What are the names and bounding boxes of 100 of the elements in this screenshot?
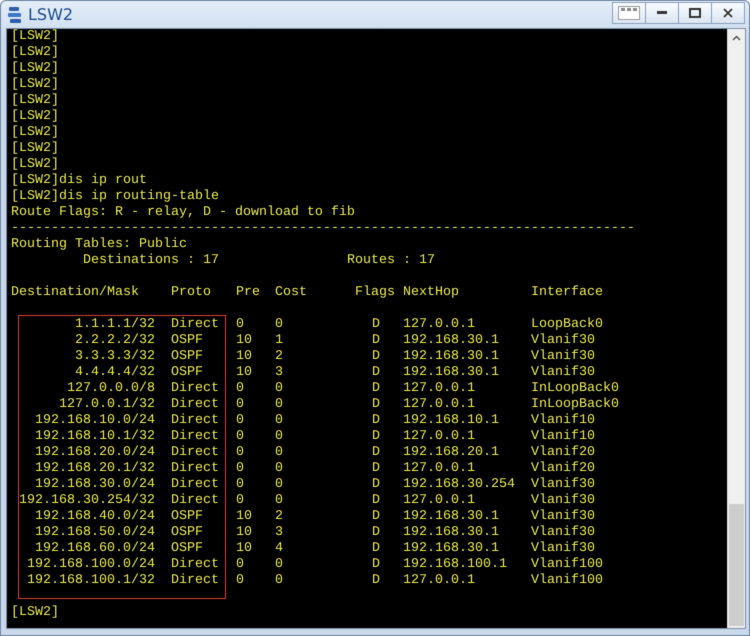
table-cell: Vlanif30 xyxy=(531,477,595,493)
table-cell-text: 192.168.10.0/24 xyxy=(34,413,155,429)
table-cell-text: 0 xyxy=(275,493,284,509)
table-cell-text: 192.168.10.1/32 xyxy=(34,429,155,445)
table-cell-text: 192.168.30.1 xyxy=(403,509,500,525)
table-cell-text: 0 xyxy=(236,573,245,589)
table-cell-text: 0 xyxy=(275,381,284,397)
table-cell-text: 2.2.2.2/32 xyxy=(74,333,155,349)
column-header: Cost xyxy=(275,285,308,301)
table-cell-text: D xyxy=(372,461,381,477)
table-cell-text: D xyxy=(372,429,381,445)
table-cell: 192.168.30.254/32 xyxy=(19,493,155,509)
terminal-line: [LSW2] xyxy=(11,93,59,109)
table-cell-text: 10 xyxy=(236,541,253,557)
table-cell-text: 192.168.60.0/24 xyxy=(34,541,155,557)
table-cell-text: 0 xyxy=(275,557,284,573)
table-cell-text: D xyxy=(372,509,381,525)
column-header: NextHop xyxy=(403,285,460,301)
table-cell-text: OSPF xyxy=(171,349,204,365)
minimize-button[interactable] xyxy=(645,2,679,24)
minimize-icon xyxy=(657,11,667,14)
table-cell-text: 2 xyxy=(275,509,284,525)
table-cell-text: 0 xyxy=(236,317,245,333)
table-cell-text: 192.168.30.1 xyxy=(403,541,500,557)
table-cell-text: 192.168.100.1 xyxy=(403,557,508,573)
table-cell-text: D xyxy=(372,493,381,509)
table-cell-text: Direct xyxy=(171,381,220,397)
table-cell-text: 192.168.10.1 xyxy=(403,413,500,429)
table-cell-text: D xyxy=(372,573,381,589)
table-cell: Vlanif20 xyxy=(531,445,595,461)
table-cell-text: 192.168.30.1 xyxy=(403,349,500,365)
table-cell-text: 10 xyxy=(236,333,253,349)
table-cell-text: 0 xyxy=(275,573,284,589)
scroll-thumb[interactable] xyxy=(729,504,744,626)
table-cell-text: 0 xyxy=(236,413,245,429)
column-header: Pre xyxy=(236,285,261,301)
column-header: Destination/Mask xyxy=(11,285,140,301)
table-cell-text: Direct xyxy=(171,493,220,509)
table-title: Routing Tables: Public xyxy=(11,237,187,253)
terminal-line: [LSW2]dis ip rout xyxy=(11,173,147,189)
table-cell-text: 127.0.0.1 xyxy=(403,317,476,333)
terminal-line: [LSW2] xyxy=(11,157,59,173)
table-cell-text: 0 xyxy=(236,445,245,461)
table-cell-text: D xyxy=(372,477,381,493)
table-cell: Vlanif100 xyxy=(531,557,603,573)
table-cell-text: 2 xyxy=(275,349,284,365)
table-cell: Vlanif30 xyxy=(531,509,595,525)
table-cell-text: 192.168.20.0/24 xyxy=(34,445,155,461)
table-cell-text: 127.0.0.1 xyxy=(403,573,476,589)
table-cell-text: OSPF xyxy=(171,509,204,525)
table-cell-text: 192.168.40.0/24 xyxy=(34,509,155,525)
table-cell: Vlanif30 xyxy=(531,541,595,557)
table-cell-text: 192.168.30.254 xyxy=(403,477,516,493)
table-cell-text: 192.168.100.1/32 xyxy=(26,573,155,589)
table-cell-text: Direct xyxy=(171,573,220,589)
table-cell-text: 0 xyxy=(236,557,245,573)
table-cell-text: 0 xyxy=(275,413,284,429)
table-cell-text: 0 xyxy=(236,429,245,445)
panel-icon xyxy=(618,6,640,20)
table-cell-text: 10 xyxy=(236,365,253,381)
table-cell-text: 1 xyxy=(275,333,284,349)
table-cell-text: D xyxy=(372,445,381,461)
close-icon xyxy=(723,8,733,18)
table-cell-text: D xyxy=(372,397,381,413)
table-cell-text: 127.0.0.1 xyxy=(403,493,476,509)
table-cell-text: D xyxy=(372,317,381,333)
table-cell: Vlanif30 xyxy=(531,493,595,509)
table-cell-text: OSPF xyxy=(171,365,204,381)
table-cell-text: 192.168.20.1 xyxy=(403,445,500,461)
table-cell: Vlanif100 xyxy=(531,573,603,589)
table-cell-text: OSPF xyxy=(171,525,204,541)
table-cell-text: 3.3.3.3/32 xyxy=(74,349,155,365)
destinations-count: Destinations : 17 xyxy=(83,253,220,269)
table-cell-text: Direct xyxy=(171,445,220,461)
table-cell: Vlanif20 xyxy=(531,461,595,477)
table-cell-text: Direct xyxy=(171,317,220,333)
table-cell-text: 192.168.100.0/24 xyxy=(26,557,155,573)
terminal-line: [LSW2] xyxy=(11,77,59,93)
table-cell-text: 0 xyxy=(236,381,245,397)
terminal-line: Route Flags: R - relay, D - download to fib xyxy=(11,205,355,221)
terminal-line: [LSW2] xyxy=(11,605,59,621)
table-cell-text: 0 xyxy=(236,461,245,477)
table-cell: Vlanif10 xyxy=(531,429,595,445)
table-cell-text: OSPF xyxy=(171,541,204,557)
table-cell: Vlanif30 xyxy=(531,333,595,349)
terminal-line: [LSW2]dis ip routing-table xyxy=(11,189,219,205)
switch-icon xyxy=(7,6,23,24)
table-cell-text: Direct xyxy=(171,461,220,477)
table-cell: InLoopBack0 xyxy=(531,397,619,413)
scrollbar[interactable] xyxy=(727,29,745,628)
table-cell-text: D xyxy=(372,413,381,429)
table-cell-text: 4.4.4.4/32 xyxy=(74,365,155,381)
routes-count: Routes : 17 xyxy=(347,253,435,269)
table-cell-text: 4 xyxy=(275,541,284,557)
window-title: LSW2 xyxy=(28,5,74,24)
close-button[interactable] xyxy=(711,2,745,24)
table-cell-text: D xyxy=(372,349,381,365)
table-cell-text: 3 xyxy=(275,525,284,541)
maximize-button[interactable] xyxy=(678,2,712,24)
table-cell-text: 127.0.0.1 xyxy=(403,429,476,445)
